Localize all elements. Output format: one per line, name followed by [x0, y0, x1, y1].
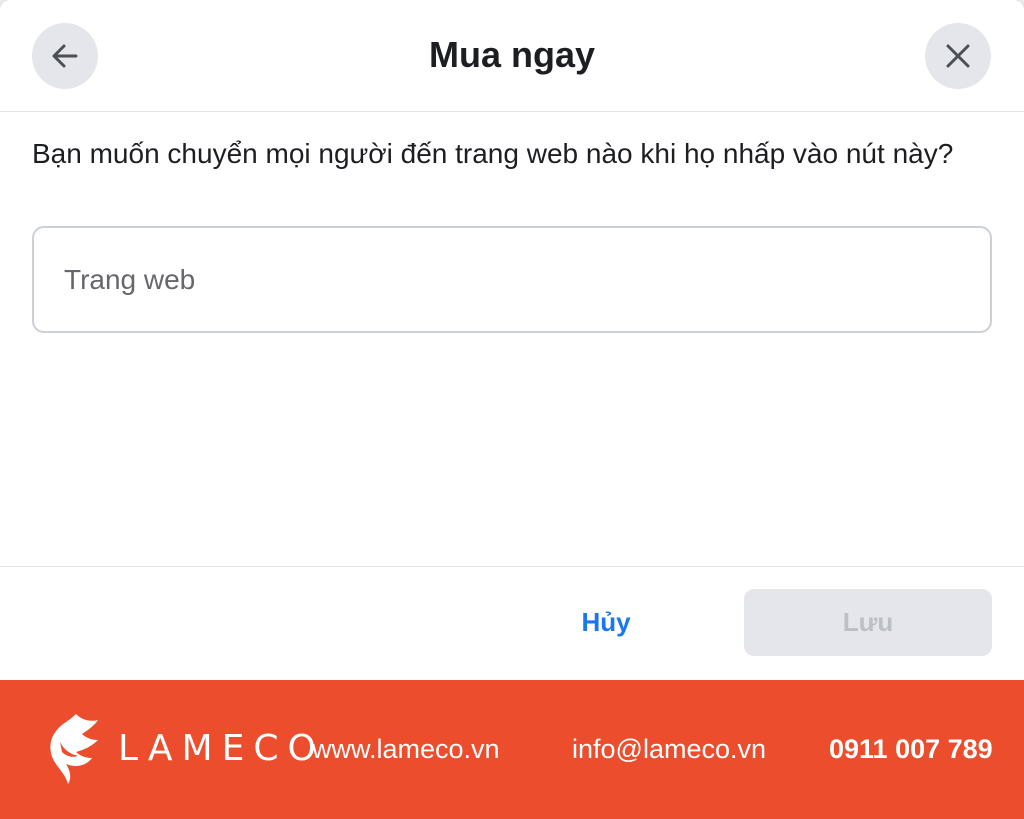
destination-question: Bạn muốn chuyển mọi người đến trang web … [32, 138, 954, 169]
dialog-footer: Hủy Lưu [0, 566, 1024, 680]
brand-phone: 0911 007 789 [829, 734, 993, 764]
horse-head-icon [50, 714, 98, 784]
buy-now-dialog: Mua ngay Bạn muốn chuyển mọi người đến t… [0, 0, 1024, 680]
close-icon [946, 44, 970, 68]
dialog-title: Mua ngay [428, 34, 596, 75]
brand-footer-bar: LAMECO www.lameco.vn info@lameco.vn 0911… [0, 680, 1024, 819]
dialog-header: Mua ngay [0, 0, 1024, 112]
brand-website: www.lameco.vn [312, 734, 500, 764]
brand-logo-text: LAMECO [118, 728, 325, 769]
save-button[interactable]: Lưu [744, 589, 992, 656]
website-url-input[interactable] [32, 226, 992, 333]
close-button[interactable] [925, 23, 991, 89]
cancel-button[interactable]: Hủy [546, 589, 666, 655]
brand-email: info@lameco.vn [572, 734, 766, 764]
